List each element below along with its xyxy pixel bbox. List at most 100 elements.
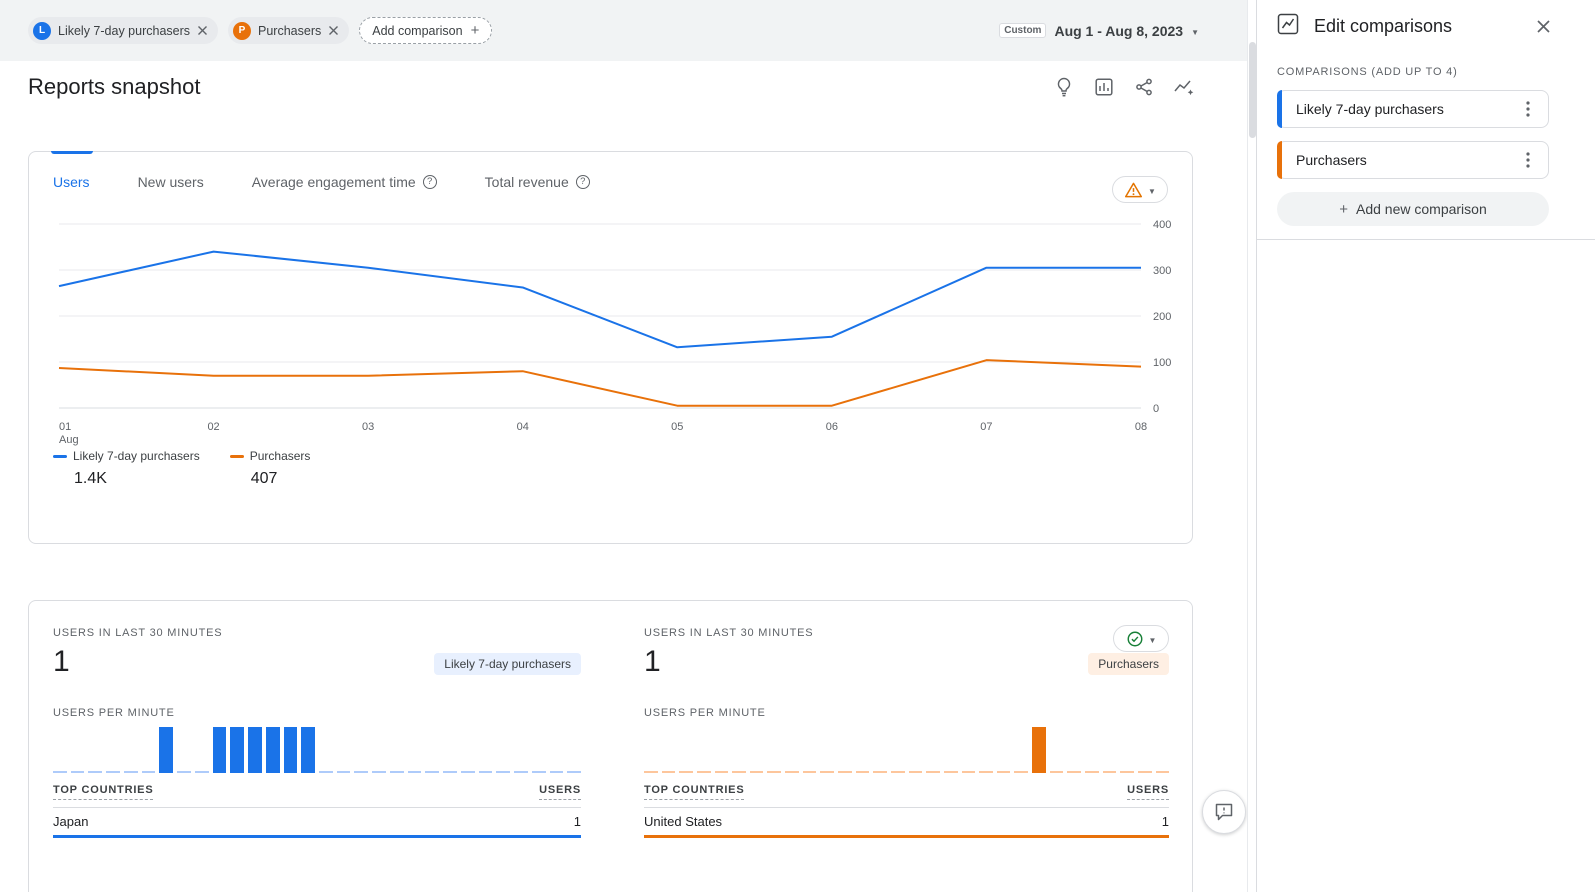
warning-triangle-icon xyxy=(1124,181,1143,199)
chevron-down-icon xyxy=(1149,630,1157,648)
svg-text:400: 400 xyxy=(1153,219,1171,231)
legend-dash xyxy=(230,455,244,458)
users-per-minute-chart xyxy=(53,727,581,773)
svg-text:04: 04 xyxy=(517,421,529,433)
metrics-chart-card: Users New users Average engagement time … xyxy=(28,151,1193,544)
scrollbar-thumb[interactable] xyxy=(1249,42,1256,138)
svg-text:0: 0 xyxy=(1153,403,1159,415)
add-comparison-label: Add comparison xyxy=(372,24,462,38)
svg-text:Aug: Aug xyxy=(59,434,79,446)
share-icon[interactable] xyxy=(1133,76,1155,98)
comparison-item-purchasers[interactable]: Purchasers xyxy=(1277,141,1549,179)
country-row: Japan 1 xyxy=(53,814,581,829)
comparison-item-label: Likely 7-day purchasers xyxy=(1296,101,1516,117)
feedback-button[interactable] xyxy=(1202,790,1246,834)
comparison-accent xyxy=(1277,141,1282,179)
add-new-comparison-button[interactable]: Add new comparison xyxy=(1277,192,1549,226)
date-range-text: Aug 1 - Aug 8, 2023 xyxy=(1054,23,1183,39)
users-per-minute-chart xyxy=(644,727,1169,773)
insights-lightbulb-icon[interactable] xyxy=(1053,76,1075,98)
users-30min-value: 1 xyxy=(53,645,70,679)
country-share-bar xyxy=(53,835,581,838)
metric-tabs: Users New users Average engagement time … xyxy=(53,174,590,190)
comparison-badge: Purchasers xyxy=(1088,653,1169,675)
comparison-avatar: L xyxy=(33,22,51,40)
customize-report-icon[interactable] xyxy=(1093,76,1115,98)
legend-item-purchasers: Purchasers 407 xyxy=(230,449,311,488)
kebab-menu-icon[interactable] xyxy=(1516,148,1540,172)
svg-text:07: 07 xyxy=(980,421,992,433)
country-users-value: 1 xyxy=(574,814,581,829)
legend-item-likely: Likely 7-day purchasers 1.4K xyxy=(53,449,200,488)
svg-text:100: 100 xyxy=(1153,357,1171,369)
legend-value: 1.4K xyxy=(74,470,200,488)
app-root: L Likely 7-day purchasers P Purchasers A… xyxy=(0,0,1595,892)
date-range-picker[interactable]: Custom Aug 1 - Aug 8, 2023 xyxy=(999,22,1199,40)
tab-users[interactable]: Users xyxy=(53,174,90,190)
kebab-menu-icon[interactable] xyxy=(1516,97,1540,121)
chevron-down-icon xyxy=(1148,181,1156,199)
users-column-header[interactable]: USERS xyxy=(539,784,581,800)
legend-dash xyxy=(53,455,67,458)
plus-icon xyxy=(1339,201,1348,217)
comparison-chip-purchasers[interactable]: P Purchasers xyxy=(228,17,349,44)
users-line-chart: 010020030040001Aug02030405060708 xyxy=(29,152,1192,447)
svg-text:05: 05 xyxy=(671,421,683,433)
comparison-bar: L Likely 7-day purchasers P Purchasers A… xyxy=(0,0,1247,61)
comparison-item-label: Purchasers xyxy=(1296,152,1516,168)
plus-icon xyxy=(471,23,480,38)
svg-text:03: 03 xyxy=(362,421,374,433)
feedback-icon xyxy=(1214,802,1234,822)
data-quality-warning-indicator[interactable] xyxy=(1112,176,1168,203)
legend-label: Purchasers xyxy=(250,449,311,463)
insights-sparkline-icon[interactable] xyxy=(1173,76,1195,98)
close-icon[interactable] xyxy=(197,25,208,36)
users-per-minute-label: USERS PER MINUTE xyxy=(644,707,766,719)
vertical-scrollbar[interactable] xyxy=(1247,0,1256,892)
date-type-tag: Custom xyxy=(999,23,1046,38)
comparisons-section-label: COMPARISONS (ADD UP TO 4) xyxy=(1277,66,1458,78)
chart-legend: Likely 7-day purchasers 1.4K Purchasers … xyxy=(53,449,310,488)
tab-new-users[interactable]: New users xyxy=(138,174,204,190)
main-area: L Likely 7-day purchasers P Purchasers A… xyxy=(0,0,1247,892)
realtime-status-indicator[interactable] xyxy=(1113,625,1169,652)
tab-average-engagement-time[interactable]: Average engagement time xyxy=(252,174,437,190)
users-30min-label: USERS IN LAST 30 MINUTES xyxy=(53,627,222,639)
help-icon[interactable] xyxy=(423,175,437,189)
close-icon[interactable] xyxy=(1536,19,1551,34)
check-circle-icon xyxy=(1126,630,1144,648)
legend-label: Likely 7-day purchasers xyxy=(73,449,200,463)
close-icon[interactable] xyxy=(328,25,339,36)
country-share-bar xyxy=(644,835,1169,838)
comparisons-chart-icon xyxy=(1277,13,1299,40)
country-name: United States xyxy=(644,814,722,829)
users-30min-label: USERS IN LAST 30 MINUTES xyxy=(644,627,813,639)
comparison-chip-label: Purchasers xyxy=(258,24,321,38)
top-countries-header[interactable]: TOP COUNTRIES xyxy=(53,784,153,800)
add-comparison-button[interactable]: Add comparison xyxy=(359,17,492,44)
country-name: Japan xyxy=(53,814,88,829)
users-column-header[interactable]: USERS xyxy=(1127,784,1169,800)
tab-total-revenue[interactable]: Total revenue xyxy=(485,174,590,190)
comparison-avatar: P xyxy=(233,22,251,40)
users-30min-value: 1 xyxy=(644,645,661,679)
top-countries-header[interactable]: TOP COUNTRIES xyxy=(644,784,744,800)
comparison-accent xyxy=(1277,90,1282,128)
realtime-panel-purchasers: USERS IN LAST 30 MINUTES 1 Purchasers US… xyxy=(644,601,1169,892)
divider xyxy=(1257,239,1595,240)
active-tab-indicator xyxy=(51,151,93,154)
edit-comparisons-panel: Edit comparisons COMPARISONS (ADD UP TO … xyxy=(1256,0,1595,892)
svg-text:300: 300 xyxy=(1153,265,1171,277)
report-toolbar xyxy=(1053,76,1195,98)
help-icon[interactable] xyxy=(576,175,590,189)
country-row: United States 1 xyxy=(644,814,1169,829)
panel-title: Edit comparisons xyxy=(1314,16,1521,37)
comparison-chip-likely[interactable]: L Likely 7-day purchasers xyxy=(28,17,218,44)
page-title: Reports snapshot xyxy=(28,74,200,100)
svg-text:06: 06 xyxy=(826,421,838,433)
chevron-down-icon xyxy=(1191,22,1199,40)
title-row: Reports snapshot xyxy=(28,61,1195,113)
comparison-item-likely[interactable]: Likely 7-day purchasers xyxy=(1277,90,1549,128)
countries-table-header: TOP COUNTRIES USERS xyxy=(644,784,1169,808)
svg-text:200: 200 xyxy=(1153,311,1171,323)
